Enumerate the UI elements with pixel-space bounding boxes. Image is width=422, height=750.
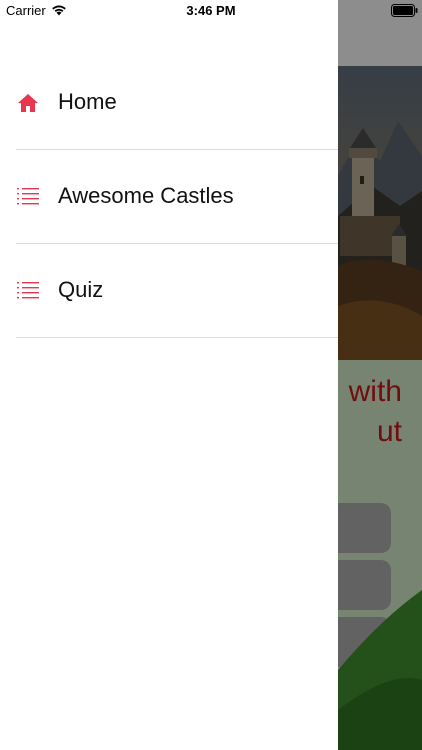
list-icon	[17, 188, 39, 205]
battery-full-icon	[391, 4, 418, 17]
menu-item-label: Home	[58, 89, 117, 114]
menu-item-quiz[interactable]: Quiz	[16, 244, 338, 338]
list-icon	[17, 282, 39, 299]
menu-item-home[interactable]: Home	[16, 56, 338, 150]
home-icon	[18, 94, 38, 112]
menu-item-awesome-castles[interactable]: Awesome Castles	[16, 150, 338, 244]
side-drawer: Home Awesome Castles Quiz	[0, 0, 338, 750]
drawer-menu: Home Awesome Castles Quiz	[0, 56, 338, 338]
menu-item-label: Awesome Castles	[58, 183, 234, 208]
status-bar: Carrier 3:46 PM	[0, 0, 422, 22]
menu-item-label: Quiz	[58, 277, 104, 302]
clock: 3:46 PM	[186, 3, 236, 18]
